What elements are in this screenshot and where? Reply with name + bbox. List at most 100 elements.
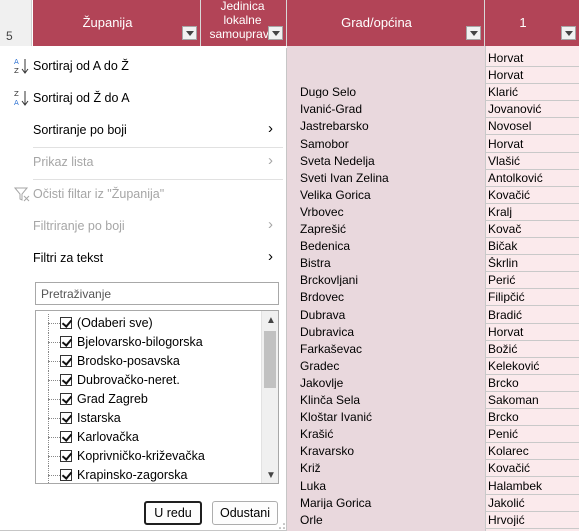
surname-cell[interactable]: Kolarec bbox=[488, 445, 576, 457]
checkbox-checked-icon[interactable] bbox=[60, 317, 72, 329]
city-cell[interactable]: Jakovlje bbox=[300, 377, 480, 389]
city-cell[interactable]: Vrbovec bbox=[300, 206, 480, 218]
gridline bbox=[485, 117, 579, 119]
surname-cell[interactable]: Sakoman bbox=[488, 394, 576, 406]
city-cell[interactable]: Gradec bbox=[300, 360, 480, 372]
column-header-1[interactable]: 1 bbox=[485, 0, 579, 46]
city-cell[interactable]: Marija Gorica bbox=[300, 497, 480, 509]
city-cell[interactable] bbox=[300, 52, 480, 64]
surname-cell[interactable]: Antolković bbox=[488, 172, 576, 184]
surname-cell[interactable]: Hrvojić bbox=[488, 514, 576, 526]
surname-cell[interactable]: Horvat bbox=[488, 69, 576, 81]
ok-button[interactable]: U redu bbox=[144, 501, 202, 525]
checkbox-checked-icon[interactable] bbox=[60, 412, 72, 424]
filter-dropdown-icon[interactable] bbox=[466, 26, 481, 40]
search-input[interactable]: Pretraživanje bbox=[35, 282, 279, 305]
filter-values-list[interactable]: (Odaberi sve) Bjelovarsko-bilogorska Brods… bbox=[35, 310, 279, 484]
checkbox-checked-icon[interactable] bbox=[60, 431, 72, 443]
filter-value-item[interactable]: Istarska bbox=[36, 409, 260, 428]
filter-dropdown-icon[interactable] bbox=[182, 26, 197, 40]
surname-cell[interactable]: Kralj bbox=[488, 206, 576, 218]
surname-cell[interactable]: Kelеković bbox=[488, 360, 576, 372]
surname-cell[interactable]: Brcko bbox=[488, 411, 576, 423]
checkbox-checked-icon[interactable] bbox=[60, 336, 72, 348]
checkbox-checked-icon[interactable] bbox=[60, 469, 72, 481]
checkbox-checked-icon[interactable] bbox=[60, 355, 72, 367]
column-header-jedinica[interactable]: Jedinica lokalne samouprave bbox=[201, 0, 287, 46]
filter-by-color-item[interactable]: Filtriranje po boji › bbox=[0, 214, 287, 238]
sheet-view-item[interactable]: Prikaz lista › bbox=[0, 150, 287, 174]
city-cell[interactable]: Velika Gorica bbox=[300, 189, 480, 201]
scroll-up-icon[interactable]: ▲ bbox=[266, 315, 276, 326]
city-cell[interactable]: Bistra bbox=[300, 257, 480, 269]
column-header-zupanija[interactable]: Županija bbox=[33, 0, 201, 46]
city-cell[interactable]: Bedenica bbox=[300, 240, 480, 252]
city-cell[interactable]: Kravarsko bbox=[300, 445, 480, 457]
filter-dropdown-icon[interactable] bbox=[561, 26, 576, 40]
filter-value-item[interactable]: Koprivničko-križevačka bbox=[36, 447, 260, 466]
surname-cell[interactable]: Kovačić bbox=[488, 189, 576, 201]
checkbox-checked-icon[interactable] bbox=[60, 393, 72, 405]
surname-cell[interactable]: Horvat bbox=[488, 326, 576, 338]
column-header-grad-opcina[interactable]: Grad/općina bbox=[287, 0, 485, 46]
surname-cell[interactable]: Kovač bbox=[488, 223, 576, 235]
surname-cell[interactable]: Novosel bbox=[488, 120, 576, 132]
cancel-button[interactable]: Odustani bbox=[212, 501, 278, 525]
filter-value-item[interactable]: Krapinsko-zagorska bbox=[36, 466, 260, 483]
city-cell[interactable]: Sveta Nedelja bbox=[300, 155, 480, 167]
surname-cell[interactable]: Halambek bbox=[488, 480, 576, 492]
city-cell[interactable]: Dubrava bbox=[300, 309, 480, 321]
surname-cell[interactable]: Bičak bbox=[488, 240, 576, 252]
city-cell[interactable]: Dugo Selo bbox=[300, 86, 480, 98]
sort-a-z-item[interactable]: A Z Sortiraj od A do Ž bbox=[0, 54, 287, 78]
clear-filter-item[interactable]: Očisti filtar iz "Županija" bbox=[0, 182, 287, 206]
surname-cell[interactable]: Kovačić bbox=[488, 462, 576, 474]
filter-value-item[interactable]: Dubrovačko-neret. bbox=[36, 371, 260, 390]
city-cell[interactable]: Zaprešić bbox=[300, 223, 480, 235]
filter-value-item[interactable]: Bjelovarsko-bilogorska bbox=[36, 333, 260, 352]
filter-value-item[interactable]: Karlovačka bbox=[36, 428, 260, 447]
filter-value-item[interactable]: Grad Zagreb bbox=[36, 390, 260, 409]
city-cell[interactable]: Krašić bbox=[300, 428, 480, 440]
city-cell[interactable]: Kloštar Ivanić bbox=[300, 411, 480, 423]
surname-cell[interactable]: Filipčić bbox=[488, 291, 576, 303]
city-cell[interactable]: Samobor bbox=[300, 138, 480, 150]
surname-cell[interactable]: Vlašić bbox=[488, 155, 576, 167]
city-cell[interactable]: Farkaševac bbox=[300, 343, 480, 355]
sort-z-a-item[interactable]: Z A Sortiraj od Ž do A bbox=[0, 86, 287, 110]
surname-cell[interactable]: Penić bbox=[488, 428, 576, 440]
filter-dropdown-icon[interactable] bbox=[268, 26, 283, 40]
surname-cell[interactable]: Božić bbox=[488, 343, 576, 355]
surname-cell[interactable]: Škrlin bbox=[488, 257, 576, 269]
filter-value-item[interactable]: (Odaberi sve) bbox=[36, 314, 260, 333]
checkbox-checked-icon[interactable] bbox=[60, 450, 72, 462]
surname-cell[interactable]: Brcko bbox=[488, 377, 576, 389]
list-scrollbar[interactable]: ▲ ▼ bbox=[261, 311, 278, 483]
checkbox-checked-icon[interactable] bbox=[60, 374, 72, 386]
surname-cell[interactable]: Jovanović bbox=[488, 103, 576, 115]
city-cell[interactable]: Klinča Sela bbox=[300, 394, 480, 406]
resize-grip-icon[interactable] bbox=[278, 522, 286, 530]
scroll-down-icon[interactable]: ▼ bbox=[266, 470, 276, 481]
scrollbar-thumb[interactable] bbox=[264, 331, 276, 388]
surname-cell[interactable]: Bradić bbox=[488, 309, 576, 321]
text-filters-item[interactable]: Filtri za tekst › bbox=[0, 246, 287, 270]
sort-by-color-item[interactable]: Sortiranje po boji › bbox=[0, 118, 287, 142]
city-cell[interactable]: Ivanić-Grad bbox=[300, 103, 480, 115]
row-number-header[interactable]: 5 bbox=[0, 0, 32, 46]
surname-cell[interactable]: Horvat bbox=[488, 138, 576, 150]
surname-cell[interactable]: Klarić bbox=[488, 86, 576, 98]
city-cell[interactable]: Sveti Ivan Zelina bbox=[300, 172, 480, 184]
city-cell[interactable]: Brckovljani bbox=[300, 274, 480, 286]
surname-cell[interactable]: Horvat bbox=[488, 52, 576, 64]
city-cell[interactable]: Luka bbox=[300, 480, 480, 492]
city-cell[interactable]: Jastrebarsko bbox=[300, 120, 480, 132]
city-cell[interactable]: Orle bbox=[300, 514, 480, 526]
city-cell[interactable]: Dubravica bbox=[300, 326, 480, 338]
surname-cell[interactable]: Perić bbox=[488, 274, 576, 286]
city-cell[interactable]: Brdovec bbox=[300, 291, 480, 303]
city-cell[interactable]: Križ bbox=[300, 462, 480, 474]
city-cell[interactable] bbox=[300, 69, 480, 81]
surname-cell[interactable]: Jakolić bbox=[488, 497, 576, 509]
filter-value-item[interactable]: Brodsko-posavska bbox=[36, 352, 260, 371]
